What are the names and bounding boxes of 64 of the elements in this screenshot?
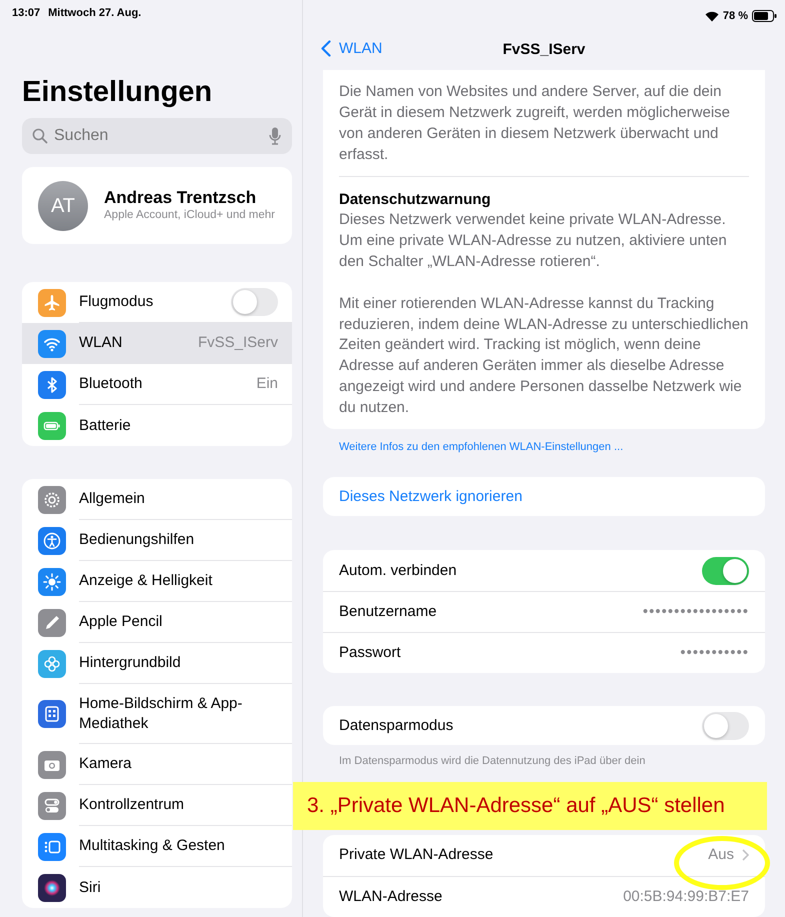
microphone-icon[interactable] bbox=[269, 127, 281, 145]
row-value: 00:5B:94:99:B7:E7 bbox=[623, 886, 749, 907]
item-label: Kontrollzentrum bbox=[79, 795, 184, 815]
row-label: WLAN-Adresse bbox=[339, 886, 442, 907]
low-data-mode-toggle[interactable] bbox=[702, 712, 749, 740]
warning-title: Datenschutzwarnung bbox=[339, 190, 492, 210]
item-label: Bluetooth bbox=[79, 374, 142, 394]
sidebar-item[interactable]: Batterie bbox=[22, 405, 292, 446]
account-subtitle: Apple Account, iCloud+ und mehr bbox=[104, 208, 276, 223]
account-card[interactable]: AT Andreas Trentzsch Apple Account, iCloud+ und mehr bbox=[22, 167, 292, 244]
item-label: Kamera bbox=[79, 754, 132, 774]
warning-paragraph: Dieses Netzwerk verwendet keine private WLAN-Adresse. Um eine private WLAN-Adresse zu nutzen, aktiviere unten den Schalter „WLAN-Adresse rotieren“. bbox=[339, 210, 728, 272]
battery-percent: 78 % bbox=[722, 8, 748, 24]
avatar: AT bbox=[38, 180, 88, 230]
chevron-left-icon bbox=[321, 40, 331, 58]
item-value: Ein bbox=[256, 374, 278, 394]
instruction-tooltip: 3. „Private WLAN-Adresse“ auf „AUS“ stellen bbox=[293, 782, 767, 830]
warning-paragraph: Mit einer rotierenden WLAN-Adresse kannst du Tracking reduzieren, indem deine WLAN-Adresse zu unterschiedlichen Zeiten geändert wird. Tracking ist möglich, wenn deine Adresse auf anderen Geräten immer als dieselbe Adresse angezeigt wird und andere Personen dasselbe Netzwerk wie du nutzen. bbox=[339, 294, 749, 418]
sidebar-item[interactable]: Bluetooth Ein bbox=[22, 364, 292, 405]
sidebar-item[interactable]: Anzeige & Helligkeit bbox=[22, 561, 292, 602]
item-label: Batterie bbox=[79, 416, 131, 436]
sidebar-item[interactable]: Kontrollzentrum bbox=[22, 785, 292, 826]
sidebar-item[interactable]: WLAN FvSS_IServ bbox=[22, 323, 292, 364]
row-label: Datensparmodus bbox=[339, 716, 454, 736]
sidebar-item[interactable]: Allgemein bbox=[22, 479, 292, 520]
forget-network-button[interactable]: Dieses Netzwerk ignorieren bbox=[323, 477, 765, 516]
battery-icon bbox=[752, 10, 777, 22]
auto-join-toggle[interactable] bbox=[702, 556, 749, 585]
item-label: Home-Bildschirm & App-Mediathek bbox=[79, 694, 244, 734]
search-field[interactable]: Suchen bbox=[22, 118, 292, 154]
account-name: Andreas Trentzsch bbox=[104, 188, 258, 208]
sidebar-item[interactable]: Multitasking & Gesten bbox=[22, 826, 292, 867]
wifi-signal-icon bbox=[704, 10, 719, 22]
item-value: FvSS_IServ bbox=[198, 332, 278, 353]
item-label: Anzeige & Helligkeit bbox=[79, 571, 212, 591]
item-label: Bedienungshilfen bbox=[79, 530, 194, 550]
footnote: Im Datensparmodus wird die Datennutzung des iPad über dein bbox=[339, 755, 646, 768]
status-date: Mittwoch 27. Aug. bbox=[48, 6, 142, 21]
row-label: Passwort bbox=[339, 643, 401, 664]
screen-title: FvSS_IServ bbox=[502, 40, 586, 60]
sidebar-item[interactable]: Home-Bildschirm & App-Mediathek bbox=[22, 684, 292, 744]
sidebar-item[interactable]: Kamera bbox=[22, 744, 292, 785]
row-label: Private WLAN-Adresse bbox=[339, 845, 494, 866]
row-value: ••••••••••• bbox=[680, 643, 749, 664]
info-paragraph: Die Namen von Websites und andere Server, auf die dein Gerät in diesem Netzwerk zugreift, werden möglicherweise von anderen Geräten in diesem Netzwerk überwacht und erfasst. bbox=[339, 82, 749, 178]
item-label: Multitasking & Gesten bbox=[79, 836, 225, 856]
item-label: Apple Pencil bbox=[79, 612, 162, 632]
chevron-right-icon bbox=[742, 849, 749, 862]
row-label: Autom. verbinden bbox=[339, 560, 457, 581]
item-label: Siri bbox=[79, 878, 101, 898]
sidebar-item[interactable]: Hintergrundbild bbox=[22, 643, 292, 684]
sidebar-item[interactable]: Bedienungshilfen bbox=[22, 520, 292, 561]
item-label: WLAN bbox=[79, 333, 122, 353]
item-label: Flugmodus bbox=[79, 292, 154, 312]
search-icon bbox=[32, 128, 48, 144]
item-label: Allgemein bbox=[79, 489, 145, 509]
row-value: ••••••••••••••••• bbox=[642, 602, 749, 622]
page-title: Einstellungen bbox=[22, 75, 214, 110]
item-label: Hintergrundbild bbox=[79, 653, 181, 673]
sidebar-item[interactable]: Siri bbox=[22, 867, 292, 908]
row-label: Benutzername bbox=[339, 602, 437, 622]
sidebar-item[interactable]: Apple Pencil bbox=[22, 602, 292, 643]
status-time: 13:07 bbox=[12, 6, 40, 21]
airplane-mode-toggle[interactable] bbox=[231, 288, 278, 316]
